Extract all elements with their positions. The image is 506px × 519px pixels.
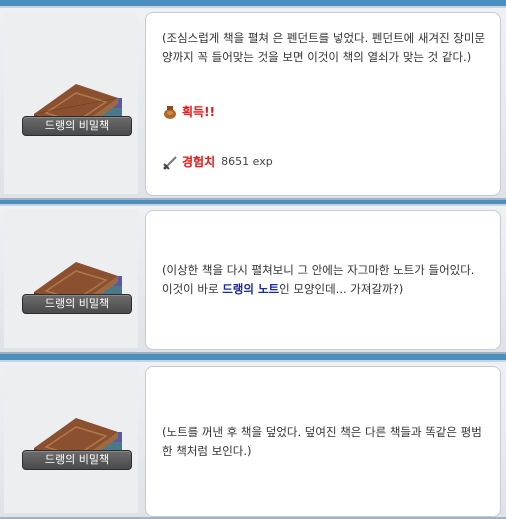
dialog-text: (이상한 책을 다시 펼쳐보니 그 안에는 자그마한 노트가 들어있다. 이것이… [162,261,488,299]
npc-portrait-area: 드랭의 비밀책 [4,366,138,513]
dialog-panel-1: 드랭의 비밀책 (조심스럽게 책을 펼쳐 은 펜던트를 넣었다. 펜던트에 새겨… [0,6,506,200]
dialog-panel-2: 드랭의 비밀책 (이상한 책을 다시 펼쳐보니 그 안에는 자그마한 노트가 들… [0,204,506,354]
npc-name-tag: 드랭의 비밀책 [22,116,132,136]
dialog-bubble: (노트를 꺼낸 후 책을 덮었다. 덮여진 책은 다른 책들과 똑같은 평범한 … [145,366,501,517]
dialog-panel-3: 드랭의 비밀책 (노트를 꺼낸 후 책을 덮었다. 덮여진 책은 다른 책들과 … [0,360,506,519]
dialog-text: (조심스럽게 책을 펼쳐 은 펜던트를 넣었다. 펜던트에 새겨진 장미문양까지… [162,31,486,64]
dialog-highlight: 드랭의 노트 [222,282,280,296]
npc-name-tag: 드랭의 비밀책 [22,294,132,314]
reward-item-label: 획득!! [182,105,216,119]
npc-name-tag: 드랭의 비밀책 [22,450,132,470]
npc-portrait-area: 드랭의 비밀책 [4,12,138,194]
bag-icon [164,105,176,119]
reward-item-row: 획득!! [162,103,215,120]
dialog-bubble: (이상한 책을 다시 펼쳐보니 그 안에는 자그마한 노트가 들어있다. 이것이… [145,210,501,350]
dialog-text: (노트를 꺼낸 후 책을 덮었다. 덮여진 책은 다른 책들과 똑같은 평범한 … [162,425,482,458]
exp-value: 8651 exp [221,155,273,168]
npc-portrait-area: 드랭의 비밀책 [4,210,138,348]
dialog-bubble: (조심스럽게 책을 펼쳐 은 펜던트를 넣었다. 펜던트에 새겨진 장미문양까지… [145,12,501,196]
exp-label: 경험치 [182,155,216,169]
dialog-text-part: 인 모양인데... 가져갈까?) [279,282,404,296]
reward-exp-row: 경험치 8651 exp [162,153,273,170]
sword-icon [163,155,177,170]
